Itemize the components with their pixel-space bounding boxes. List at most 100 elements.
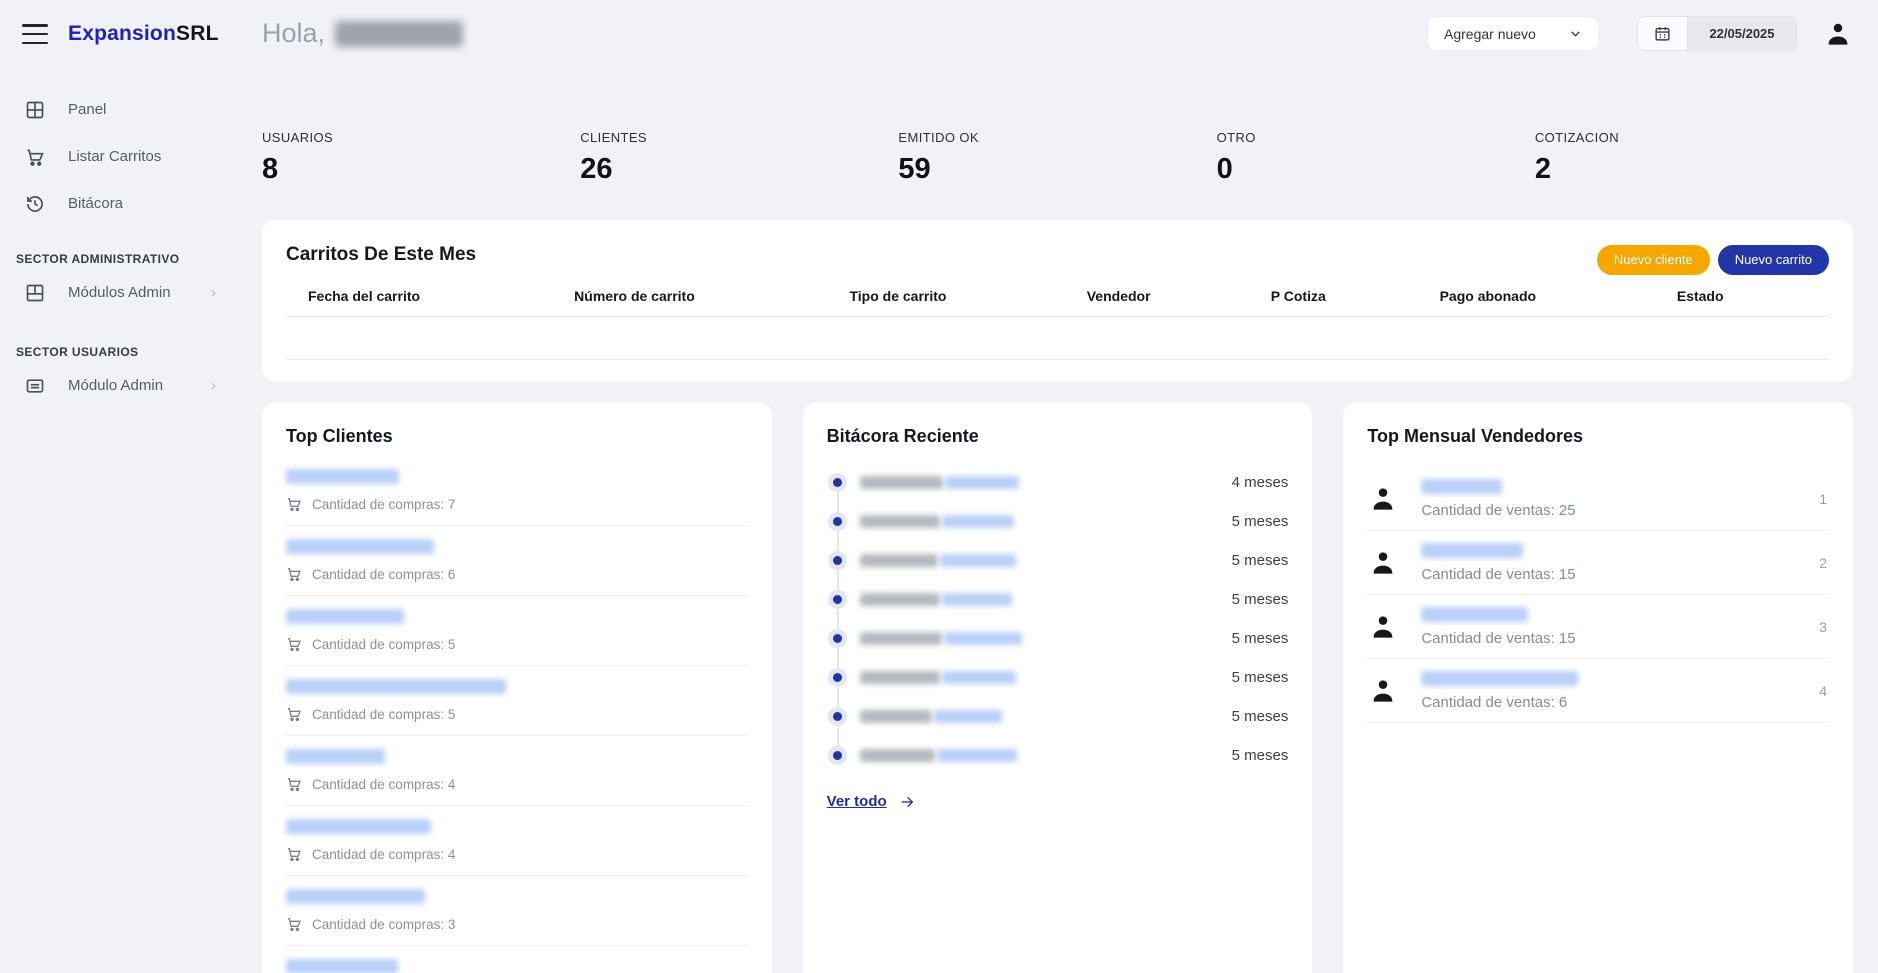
redacted-event-text <box>860 515 940 528</box>
list-item: Cantidad de ventas: 15 3 <box>1367 595 1829 659</box>
event-time: 4 meses <box>1232 474 1289 491</box>
add-new-label: Agregar nuevo <box>1444 26 1536 42</box>
menu-icon[interactable] <box>22 24 48 44</box>
top-clientes-title: Top Clientes <box>286 426 748 447</box>
redacted-client-name[interactable] <box>286 889 425 904</box>
redacted-event-text <box>860 593 940 606</box>
vendedores-card: Top Mensual Vendedores Cantidad de venta… <box>1343 402 1853 973</box>
column-header: Tipo de carrito <box>849 288 1086 304</box>
date-picker: 22/05/2025 <box>1637 16 1797 51</box>
ver-todo-label: Ver todo <box>827 793 887 810</box>
redacted-vendor-name[interactable] <box>1421 479 1502 494</box>
column-header: P Cotiza <box>1271 288 1440 304</box>
redacted-client-name[interactable] <box>286 819 431 834</box>
rank-number: 1 <box>1819 491 1829 507</box>
redacted-vendor-name[interactable] <box>1421 607 1528 622</box>
redacted-event-link[interactable] <box>934 710 1002 723</box>
cart-icon <box>24 146 46 168</box>
event-time: 5 meses <box>1232 513 1289 530</box>
redacted-event-link[interactable] <box>944 632 1022 645</box>
logo-primary: Expansion <box>68 22 176 45</box>
divider <box>286 595 748 596</box>
stat-label: COTIZACION <box>1535 130 1853 145</box>
sidebar-item-modulo-admin[interactable]: Módulo Admin › <box>10 362 230 409</box>
redacted-event-link[interactable] <box>937 749 1017 762</box>
person-icon <box>1367 675 1399 707</box>
calendar-icon[interactable] <box>1638 17 1688 50</box>
nuevo-carrito-button[interactable]: Nuevo carrito <box>1718 245 1829 275</box>
redacted-event-link[interactable] <box>940 554 1016 567</box>
top-clientes-card: Top Clientes Cantidad de compras: 7 Cant… <box>262 402 772 973</box>
divider <box>286 665 748 666</box>
timeline-dot <box>833 673 842 682</box>
redacted-vendor-name[interactable] <box>1421 543 1523 558</box>
sales-count: Cantidad de ventas: 15 <box>1421 630 1575 647</box>
stat-otro: OTRO 0 <box>1217 130 1535 186</box>
date-field[interactable]: 22/05/2025 <box>1688 17 1796 50</box>
redacted-event-link[interactable] <box>942 515 1014 528</box>
timeline-dot <box>833 634 842 643</box>
add-new-dropdown[interactable]: Agregar nuevo <box>1427 16 1599 51</box>
sales-count: Cantidad de ventas: 6 <box>1421 694 1578 711</box>
list-item: Cantidad de compras: 4 <box>286 749 748 792</box>
top-clientes-list: Cantidad de compras: 7 Cantidad de compr… <box>286 469 748 973</box>
timeline-item: 5 meses <box>827 697 1289 736</box>
purchase-count: Cantidad de compras: 3 <box>312 917 455 932</box>
carritos-table-header: Fecha del carrito Número de carrito Tipo… <box>286 288 1829 317</box>
redacted-vendor-name[interactable] <box>1421 671 1578 686</box>
redacted-client-name[interactable] <box>286 749 385 764</box>
column-header: Pago abonado <box>1440 288 1677 304</box>
topbar-actions: Agregar nuevo 22/05/2025 <box>1427 16 1853 51</box>
sidebar-item-label: Panel <box>68 101 106 118</box>
modules-icon <box>24 282 46 304</box>
timeline-item: 5 meses <box>827 658 1289 697</box>
list-item: Cantidad de compras: 7 <box>286 469 748 512</box>
app-logo[interactable]: ExpansionSRL <box>68 22 219 46</box>
sales-count: Cantidad de ventas: 25 <box>1421 502 1575 519</box>
carritos-table-empty-body <box>286 317 1829 360</box>
cart-icon <box>286 846 302 862</box>
ver-todo-link[interactable]: Ver todo <box>827 793 915 810</box>
sidebar-item-label: Bitácora <box>68 195 123 212</box>
list-item: Cantidad de ventas: 15 2 <box>1367 531 1829 595</box>
user-avatar-icon[interactable] <box>1823 19 1853 49</box>
redacted-event-text <box>860 710 932 723</box>
timeline-item: 4 meses <box>827 463 1289 502</box>
redacted-client-name[interactable] <box>286 959 398 973</box>
column-header: Estado <box>1677 288 1829 304</box>
vendedores-list: Cantidad de ventas: 25 1 Cantidad de ven… <box>1367 467 1829 723</box>
sidebar-item-modulos-admin[interactable]: Módulos Admin › <box>10 269 230 316</box>
timeline-item: 5 meses <box>827 619 1289 658</box>
arrow-right-icon <box>899 794 915 810</box>
divider <box>286 735 748 736</box>
stat-value: 8 <box>262 153 580 186</box>
nuevo-cliente-button[interactable]: Nuevo cliente <box>1597 245 1710 275</box>
redacted-client-name[interactable] <box>286 539 434 554</box>
sales-count: Cantidad de ventas: 15 <box>1421 566 1575 583</box>
event-time: 5 meses <box>1232 630 1289 647</box>
stat-label: EMITIDO OK <box>898 130 1216 145</box>
redacted-event-link[interactable] <box>942 671 1016 684</box>
stat-label: OTRO <box>1217 130 1535 145</box>
carritos-actions: Nuevo cliente Nuevo carrito <box>1597 245 1829 275</box>
redacted-event-link[interactable] <box>945 476 1019 489</box>
sidebar-item-bitacora[interactable]: Bitácora <box>10 180 230 227</box>
purchase-count: Cantidad de compras: 5 <box>312 637 455 652</box>
rank-number: 3 <box>1819 619 1829 635</box>
topbar: Hola, Agregar nuevo 22/05/2025 <box>262 0 1853 68</box>
redacted-client-name[interactable] <box>286 469 399 484</box>
greeting-text: Hola, <box>262 18 325 49</box>
divider <box>286 945 748 946</box>
list-item: Cantidad de compras: 4 <box>286 819 748 862</box>
redacted-event-text <box>860 476 943 489</box>
list-item: Cantidad de ventas: 6 4 <box>1367 659 1829 723</box>
redacted-client-name[interactable] <box>286 609 404 624</box>
redacted-event-link[interactable] <box>942 593 1012 606</box>
sidebar-item-panel[interactable]: Panel <box>10 86 230 133</box>
stat-value: 26 <box>580 153 898 186</box>
sidebar-item-listar-carritos[interactable]: Listar Carritos <box>10 133 230 180</box>
redacted-client-name[interactable] <box>286 679 506 694</box>
redacted-event-text <box>860 554 938 567</box>
cards-row: Top Clientes Cantidad de compras: 7 Cant… <box>262 402 1853 973</box>
person-icon <box>1367 611 1399 643</box>
